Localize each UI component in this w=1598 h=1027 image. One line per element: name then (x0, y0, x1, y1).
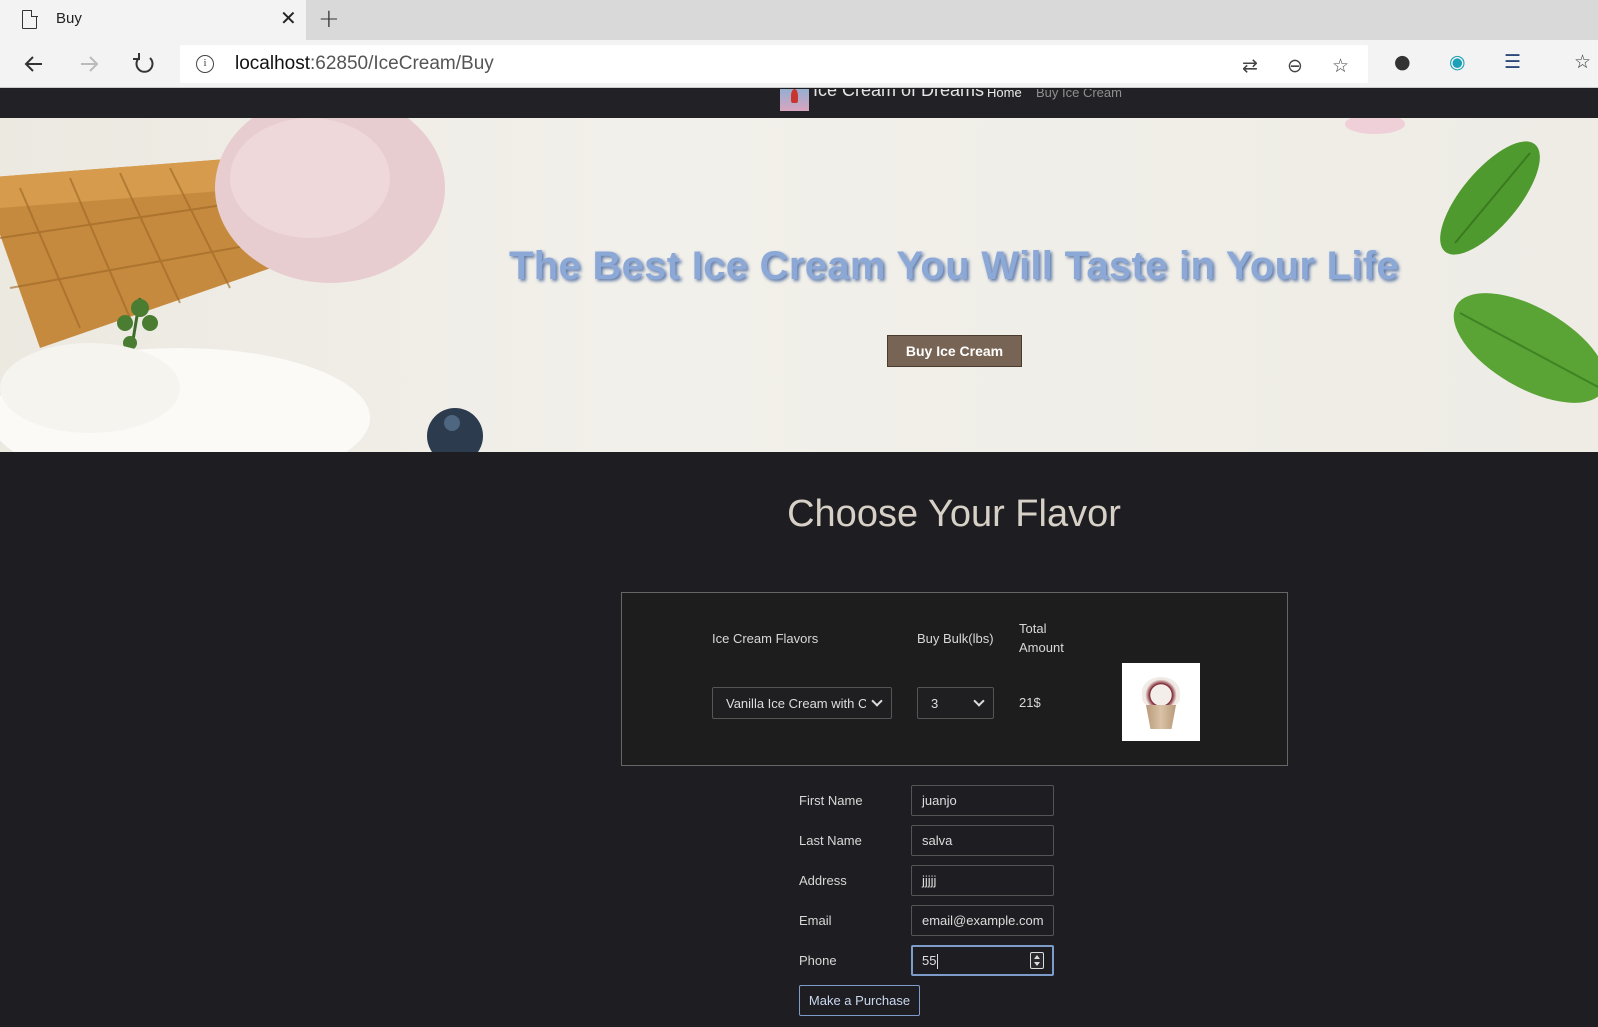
browser-nav-bar: i localhost:62850/IceCream/Buy ⇄ ⊖ ☆ (0, 40, 1598, 88)
stack-extension-icon[interactable]: ☰ (1504, 51, 1521, 73)
nav-home-link[interactable]: Home (987, 89, 1022, 100)
buy-ice-cream-button[interactable]: Buy Ice Cream (887, 335, 1022, 367)
zoom-out-icon[interactable]: ⊖ (1287, 55, 1303, 77)
browser-tab[interactable]: Buy ✕ (0, 0, 306, 40)
bulk-select[interactable]: 3 (917, 687, 994, 719)
new-tab-icon[interactable]: + (318, 6, 340, 32)
bulk-label: Buy Bulk(lbs) (917, 631, 994, 646)
make-purchase-button[interactable]: Make a Purchase (799, 985, 920, 1016)
number-spinner-icon[interactable] (1030, 952, 1044, 969)
url-path: :62850/IceCream/Buy (310, 53, 494, 74)
back-arrow-icon[interactable] (20, 50, 48, 78)
phone-field-value: 55 (922, 953, 937, 968)
url-text: localhost:62850/IceCream/Buy (235, 53, 494, 75)
email-field[interactable]: email@example.com (911, 905, 1054, 936)
chevron-down-icon (871, 695, 883, 707)
tab-title: Buy (56, 10, 82, 27)
phone-label: Phone (799, 953, 837, 968)
lightbulb-extension-icon[interactable]: ● (1394, 51, 1411, 73)
nav-buy-link[interactable]: Buy Ice Cream (1036, 89, 1122, 100)
bulk-select-value: 3 (931, 696, 939, 711)
page-icon (22, 9, 38, 29)
translate-icon[interactable]: ⇄ (1242, 55, 1258, 77)
total-amount-value: 21$ (1019, 695, 1041, 710)
url-host: localhost (235, 53, 310, 74)
cupcake-base (1146, 705, 1176, 729)
chevron-down-icon (973, 695, 985, 707)
text-caret (937, 954, 939, 970)
info-icon[interactable]: i (196, 55, 214, 73)
web-page: Ice Cream of Dreams Home Buy Ice Cream T… (0, 89, 1598, 1027)
first-name-field[interactable]: juanjo (911, 785, 1054, 816)
flavor-select-value: Vanilla Ice Cream with C (726, 696, 866, 711)
product-image (1122, 663, 1200, 741)
circle-extension-icon[interactable]: ◉ (1449, 51, 1466, 73)
close-tab-icon[interactable]: ✕ (280, 8, 297, 28)
address-label: Address (799, 873, 847, 888)
refresh-icon[interactable] (130, 50, 158, 78)
last-name-field[interactable]: salva (911, 825, 1054, 856)
favorites-list-icon[interactable]: ☆ (1574, 51, 1591, 73)
flavor-select[interactable]: Vanilla Ice Cream with C (712, 687, 892, 719)
favorite-star-icon[interactable]: ☆ (1332, 55, 1349, 77)
cupcake-frosting (1142, 677, 1180, 707)
forward-arrow-icon[interactable] (75, 50, 103, 78)
address-field[interactable]: jjjjj (911, 865, 1054, 896)
first-name-label: First Name (799, 793, 863, 808)
brand-name[interactable]: Ice Cream of Dreams (813, 89, 984, 101)
email-label: Email (799, 913, 832, 928)
total-label-line2: Amount (1019, 640, 1064, 655)
total-label-line1: Total (1019, 621, 1047, 636)
address-bar[interactable]: i localhost:62850/IceCream/Buy ⇄ ⊖ ☆ (180, 45, 1368, 83)
brand-logo-icon[interactable] (780, 89, 809, 111)
site-header: Ice Cream of Dreams Home Buy Ice Cream (0, 89, 1598, 118)
order-panel: Ice Cream Flavors Buy Bulk(lbs) Total Am… (621, 592, 1288, 766)
hero-title: The Best Ice Cream You Will Taste in You… (509, 244, 1399, 288)
hero-banner: The Best Ice Cream You Will Taste in You… (0, 118, 1598, 452)
flavors-label: Ice Cream Flavors (712, 631, 819, 646)
section-title: Choose Your Flavor (787, 493, 1121, 535)
phone-field[interactable]: 55 (911, 945, 1054, 976)
last-name-label: Last Name (799, 833, 862, 848)
browser-tab-bar: Buy ✕ + (0, 0, 1598, 40)
